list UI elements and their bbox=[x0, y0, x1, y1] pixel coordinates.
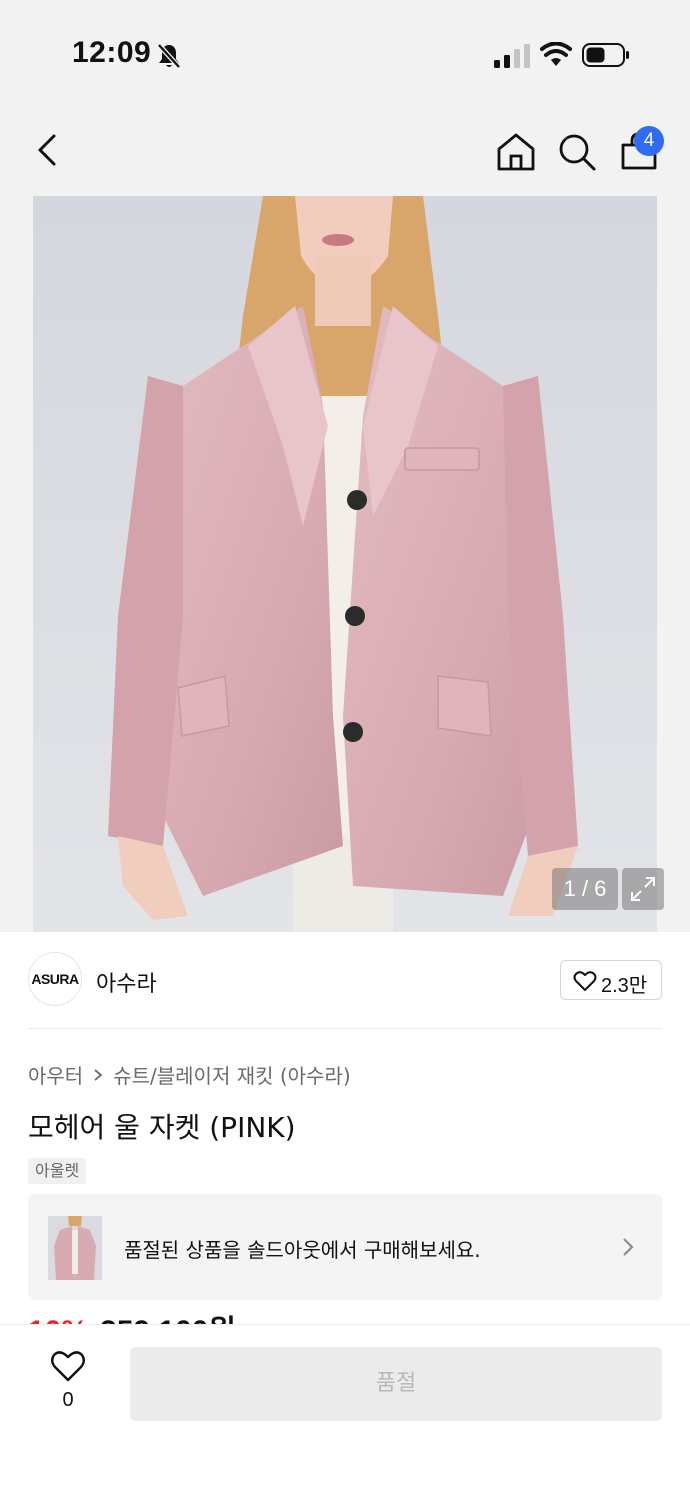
search-icon[interactable] bbox=[555, 130, 599, 174]
brand-like-button[interactable]: 2.3만 bbox=[560, 960, 662, 1000]
wishlist-count: 0 bbox=[62, 1389, 74, 1411]
bottom-action-bar: 0 품절 bbox=[0, 1324, 690, 1500]
bell-off-icon bbox=[157, 43, 181, 69]
chevron-right-icon bbox=[623, 1238, 634, 1256]
breadcrumb-category[interactable]: 아우터 bbox=[28, 1060, 83, 1089]
fullscreen-button[interactable] bbox=[622, 868, 664, 910]
outlet-tag: 아울렛 bbox=[28, 1158, 87, 1184]
wifi-icon bbox=[540, 42, 572, 66]
model-wearing-coat-illustration bbox=[33, 196, 657, 932]
banner-product-thumbnail bbox=[48, 1216, 102, 1280]
chevron-right-icon bbox=[94, 1068, 103, 1081]
image-counter: 1 / 6 bbox=[552, 868, 618, 910]
brand-name-link[interactable]: 아수라 bbox=[96, 966, 157, 998]
cellular-signal-icon bbox=[494, 44, 530, 68]
soldout-promo-banner[interactable]: 품절된 상품을 솔드아웃에서 구매해보세요. bbox=[28, 1194, 662, 1300]
top-nav-bar bbox=[0, 100, 690, 196]
brand-like-count: 2.3만 bbox=[601, 975, 648, 997]
status-time: 12:09 bbox=[72, 36, 152, 69]
soldout-banner-text: 품절된 상품을 솔드아웃에서 구매해보세요. bbox=[124, 1238, 481, 1262]
breadcrumb: 아우터 슈트/블레이저 재킷 (아수라) bbox=[28, 1060, 351, 1089]
status-bar: 12:09 bbox=[0, 0, 690, 100]
heart-icon bbox=[573, 971, 597, 991]
price-row: 10%359,100원 bbox=[28, 1306, 428, 1326]
brand-row: ASURA 아수라 2.3만 bbox=[0, 932, 690, 1028]
breadcrumb-subcategory[interactable]: 슈트/블레이저 재킷 (아수라) bbox=[113, 1060, 350, 1089]
product-title: 모헤어 울 자켓 (PINK) bbox=[28, 1111, 296, 1144]
battery-icon bbox=[582, 43, 629, 67]
cart-count-badge: 4 bbox=[634, 126, 664, 156]
home-icon[interactable] bbox=[494, 130, 538, 174]
soldout-buy-button[interactable]: 품절 bbox=[130, 1347, 662, 1421]
expand-icon bbox=[631, 877, 655, 901]
section-divider bbox=[28, 1028, 662, 1029]
product-photo[interactable] bbox=[33, 196, 657, 932]
back-arrow-icon[interactable] bbox=[26, 128, 70, 172]
brand-logo[interactable]: ASURA bbox=[28, 952, 82, 1006]
heart-outline-icon bbox=[51, 1351, 85, 1382]
wishlist-button[interactable]: 0 bbox=[44, 1347, 94, 1417]
